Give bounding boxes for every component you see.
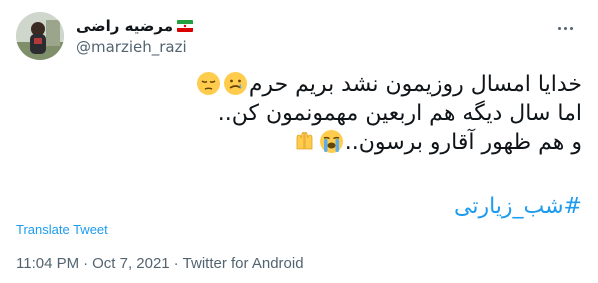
loudly-crying-face-icon	[319, 129, 344, 154]
tweet-text-line-3: و هم ظهور آقارو برسون..	[22, 128, 582, 157]
pensive-face-icon	[196, 71, 221, 96]
tweet-text-line-1-text: خدایا امسال روزیمون نشد بریم حرم	[248, 72, 582, 97]
meta-separator-2: ·	[173, 255, 179, 272]
author-display-name[interactable]: مرضیه راضی	[76, 16, 173, 36]
crying-face-icon	[223, 71, 248, 96]
tweet-text-line-3-text: و هم ظهور آقارو برسون..	[344, 130, 582, 155]
tweet-text-line-2: اما سال دیگه هم اربعین مهمونمون کن..	[217, 101, 582, 126]
folded-hands-icon	[292, 129, 317, 154]
tweet-source[interactable]: Twitter for Android	[183, 255, 304, 272]
more-options-icon[interactable]	[550, 16, 580, 40]
iran-flag-icon	[177, 20, 194, 32]
translate-tweet-link[interactable]: Translate Tweet	[16, 222, 108, 237]
tweet-date[interactable]: Oct 7, 2021	[92, 255, 170, 272]
meta-separator-1: ·	[83, 255, 89, 272]
author-handle[interactable]: @marzieh_razi	[76, 37, 193, 57]
tweet-time[interactable]: 11:04 PM	[16, 255, 79, 272]
tweet-card: مرضیه راضی @marzieh_razi خدایا امسال روز…	[0, 0, 598, 283]
tweet-header: مرضیه راضی @marzieh_razi	[16, 12, 582, 60]
author-names: مرضیه راضی @marzieh_razi	[76, 16, 194, 57]
hashtag-link[interactable]: #شب_زیارتی	[454, 192, 582, 221]
tweet-text: خدایا امسال روزیمون نشد بریم حرم اما سال…	[22, 70, 582, 157]
author-avatar[interactable]	[16, 12, 64, 60]
tweet-metadata: 11:04 PM · Oct 7, 2021 · Twitter for Android	[16, 255, 304, 272]
tweet-text-line-1: خدایا امسال روزیمون نشد بریم حرم	[22, 70, 582, 99]
